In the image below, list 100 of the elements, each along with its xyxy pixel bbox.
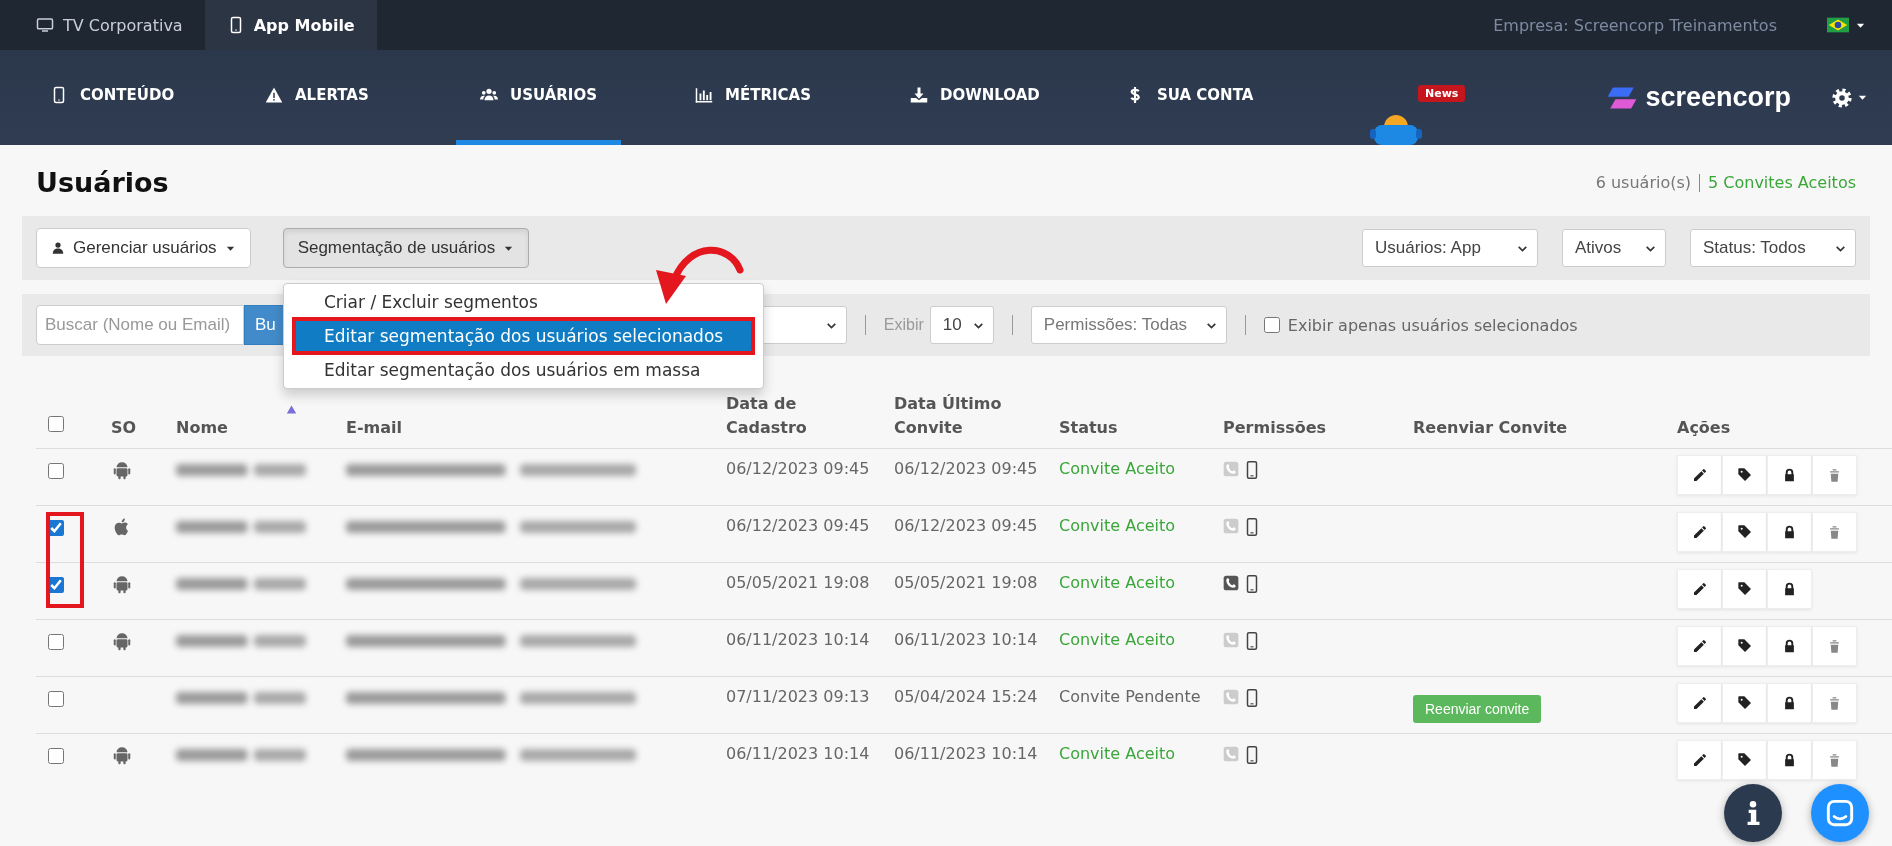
tag-icon — [1736, 695, 1753, 711]
edit-button[interactable] — [1677, 626, 1722, 666]
android-icon — [111, 573, 133, 595]
filter-dropdown[interactable]: Ativos — [1562, 229, 1666, 267]
page-title: Usuários — [36, 167, 169, 198]
news-badge[interactable]: News — [1418, 85, 1466, 102]
row-checkbox[interactable] — [48, 520, 64, 536]
column-header: Permissões — [1223, 418, 1327, 437]
lock-icon — [1782, 752, 1797, 768]
segmentation-button[interactable]: Segmentação de usuários — [282, 228, 530, 268]
accepted-count: 5 Convites Aceitos — [1708, 173, 1856, 192]
lock-button[interactable] — [1767, 740, 1812, 780]
tag-button[interactable] — [1722, 683, 1767, 723]
trash-icon — [1827, 467, 1842, 483]
phone-icon — [1223, 518, 1239, 534]
menu-item[interactable]: Editar segmentação dos usuários em massa — [284, 355, 764, 385]
tag-button[interactable] — [1722, 512, 1767, 552]
table-cell: 06/11/2023 10:14 — [726, 630, 870, 649]
nav-tab[interactable]: USUÁRIOS — [456, 50, 621, 145]
tag-button[interactable] — [1722, 455, 1767, 495]
pencil-icon — [1691, 638, 1708, 654]
logo-text: screencorp — [1645, 82, 1791, 113]
column-header: E-mail — [346, 418, 402, 437]
table-cell: 06/11/2023 10:14 — [726, 744, 870, 763]
status-text: Convite Aceito — [1059, 516, 1176, 535]
edit-button[interactable] — [1677, 455, 1722, 495]
pencil-icon — [1691, 695, 1708, 711]
column-header: SO — [111, 418, 137, 437]
lock-button[interactable] — [1767, 683, 1812, 723]
row-checkbox[interactable] — [48, 463, 64, 479]
status-text: Convite Aceito — [1059, 630, 1176, 649]
top-tab[interactable]: App Mobile — [204, 0, 377, 50]
pencil-icon — [1691, 752, 1708, 768]
column-header: Status — [1059, 418, 1118, 437]
row-checkbox[interactable] — [48, 691, 64, 707]
pencil-icon — [1691, 524, 1708, 540]
menu-item[interactable]: Editar segmentação dos usuários selecionados — [292, 317, 756, 355]
trash-icon — [1827, 638, 1842, 654]
column-header: Ações — [1677, 418, 1731, 437]
monitor-icon — [36, 16, 54, 34]
settings-icon — [1831, 86, 1853, 109]
edit-button[interactable] — [1677, 740, 1722, 780]
trash-icon — [1827, 524, 1842, 540]
info-button[interactable] — [1724, 784, 1782, 842]
table-cell: 06/12/2023 09:45 — [894, 516, 1038, 535]
nav-tab[interactable]: SUA CONTA — [1101, 50, 1278, 145]
page-size-dropdown[interactable]: 10 — [929, 306, 994, 344]
pencil-icon — [1691, 467, 1708, 483]
filter-dropdown[interactable]: Usuários: App — [1362, 229, 1538, 267]
lock-icon — [1782, 581, 1797, 597]
row-checkbox[interactable] — [48, 634, 64, 650]
lock-button[interactable] — [1767, 512, 1812, 552]
edit-button[interactable] — [1677, 683, 1722, 723]
nav-tab[interactable]: DOWNLOAD — [886, 50, 1064, 145]
bar-chart-icon — [695, 86, 713, 104]
column-header: Nome — [176, 418, 228, 437]
tag-button[interactable] — [1722, 569, 1767, 609]
filter-dropdown[interactable]: Status: Todos — [1690, 229, 1856, 267]
checkbox-label: Exibir apenas usuários selecionados — [1287, 315, 1578, 335]
status-text: Convite Aceito — [1059, 573, 1176, 592]
trash-icon — [1827, 752, 1842, 768]
download-icon — [910, 86, 928, 104]
permissions-dropdown[interactable]: Permissões: Todas — [1030, 306, 1227, 344]
show-label: Exibir — [883, 316, 924, 334]
tag-button[interactable] — [1722, 626, 1767, 666]
table-cell: 07/11/2023 09:13 — [726, 687, 870, 706]
search-field[interactable]: Buscar (Nome ou Email) — [36, 305, 244, 345]
pencil-icon — [1691, 581, 1708, 597]
table-cell: 06/11/2023 10:14 — [894, 630, 1038, 649]
table-cell: 06/12/2023 09:45 — [726, 459, 870, 478]
column-header: Data Último Convite — [894, 394, 1002, 437]
lock-icon — [1782, 467, 1797, 483]
column-header: Reenviar Convite — [1413, 418, 1568, 437]
checkbox[interactable] — [1263, 317, 1280, 333]
tag-button[interactable] — [1722, 740, 1767, 780]
top-tab[interactable]: TV Corporativa — [14, 0, 205, 50]
column-header: Data de Cadastro — [726, 394, 807, 437]
tag-icon — [1736, 752, 1753, 768]
phone-icon — [1223, 461, 1239, 477]
table-cell: 06/12/2023 09:45 — [894, 459, 1038, 478]
lock-button[interactable] — [1767, 455, 1812, 495]
tag-icon — [1736, 581, 1753, 597]
row-checkbox[interactable] — [48, 577, 64, 593]
edit-button[interactable] — [1677, 569, 1722, 609]
nav-tab[interactable]: ALERTAS — [241, 50, 393, 145]
edit-button[interactable] — [1677, 512, 1722, 552]
nav-tab[interactable]: CONTEÚDO — [26, 50, 199, 145]
lock-button[interactable] — [1767, 626, 1812, 666]
table-cell: 06/11/2023 10:14 — [894, 744, 1038, 763]
lock-button[interactable] — [1767, 569, 1812, 609]
android-icon — [111, 744, 133, 766]
warning-icon — [265, 86, 283, 104]
select-all-checkbox[interactable] — [48, 416, 64, 432]
table-cell: 05/04/2024 15:24 — [894, 687, 1038, 706]
android-icon — [111, 459, 133, 481]
table-cell: 06/12/2023 09:45 — [726, 516, 870, 535]
nav-tab[interactable]: MÉTRICAS — [671, 50, 835, 145]
row-checkbox[interactable] — [48, 748, 64, 764]
manage-users-button[interactable]: Gerenciar usuários — [36, 228, 251, 268]
trash-icon — [1827, 695, 1842, 711]
